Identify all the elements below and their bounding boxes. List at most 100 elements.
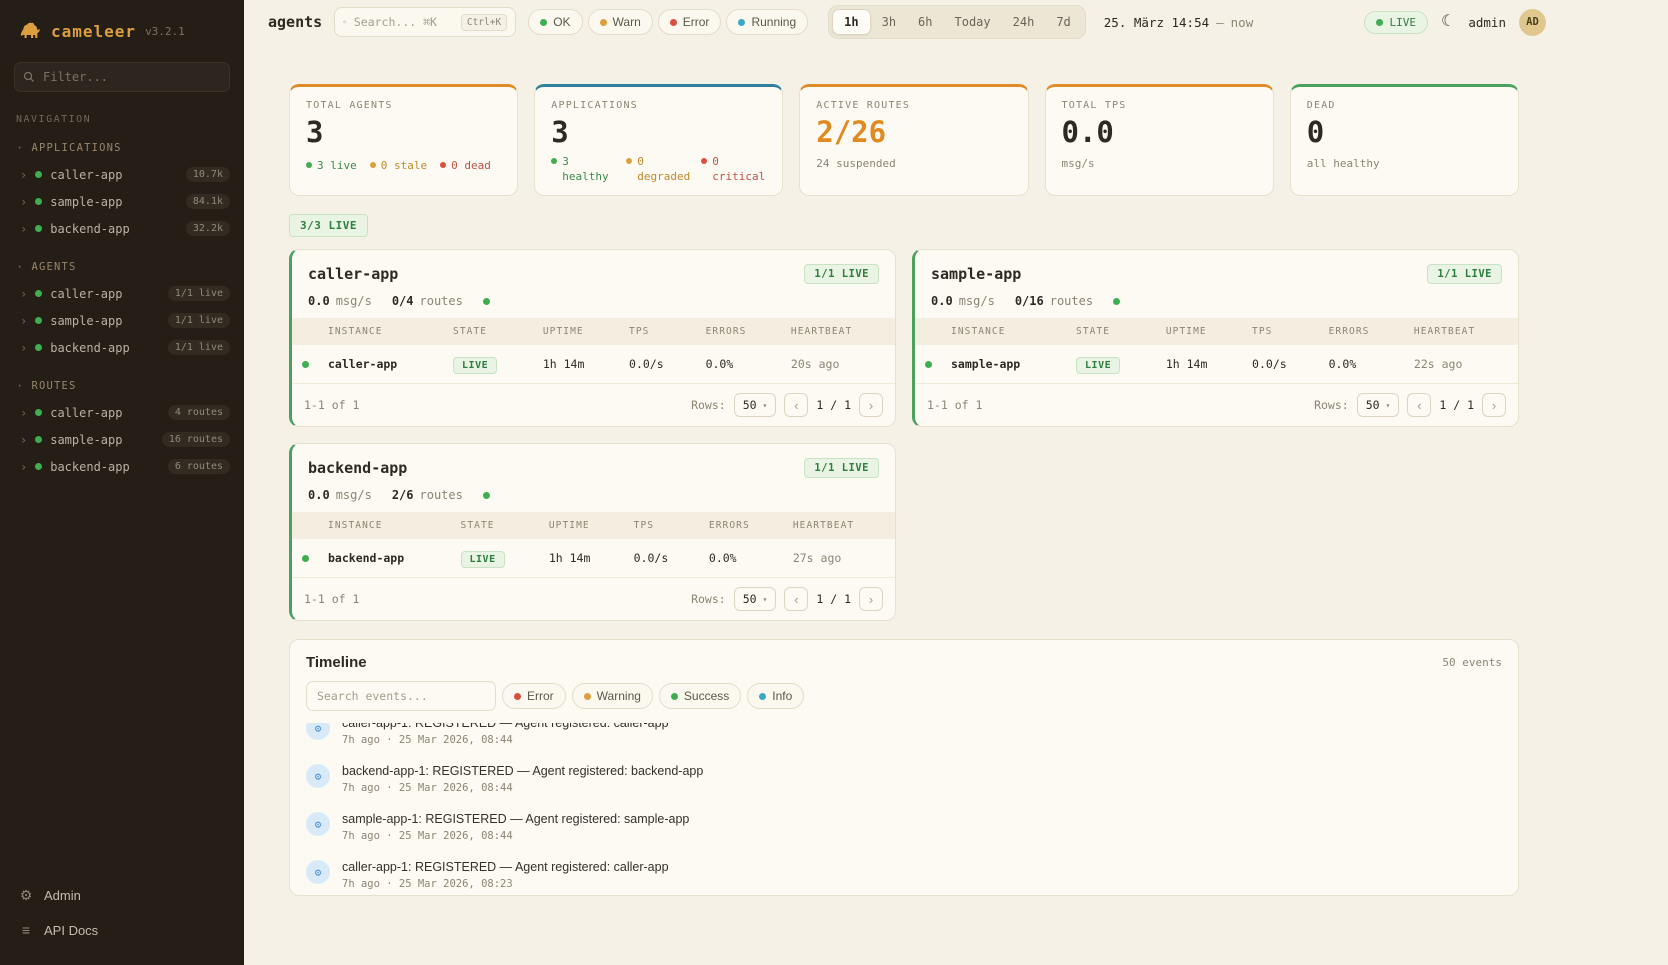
section-header-applications[interactable]: · APPLICATIONS [0,135,244,161]
filter-label: Error [683,15,710,29]
stat-meta-text: 3 live [317,159,357,172]
status-dot [306,162,312,168]
cell-instance: backend-app [318,539,451,578]
timeline-filter-info-button[interactable]: Info [747,683,804,709]
table-row[interactable]: caller-app LIVE 1h 14m 0.0/s 0.0% 20s ag… [292,345,895,384]
routes-value: 0/4 [392,294,414,308]
state-badge: LIVE [1076,357,1120,374]
sidebar-item-agents-sample-app[interactable]: › sample-app 1/1 live [0,307,244,334]
ok-dot-icon [540,19,547,26]
time-range-today[interactable]: Today [944,10,1002,34]
event-text: sample-app-1: REGISTERED — Agent registe… [342,812,689,826]
sidebar-item-routes-caller-app[interactable]: › caller-app 4 routes [0,399,244,426]
sidebar-item-api-docs[interactable]: ≡ API Docs [16,913,228,947]
filter-label: Running [751,15,796,29]
time-range-1h[interactable]: 1h [832,9,870,35]
nav-item-label: backend-app [50,341,129,355]
timeline-event[interactable]: ⚙ caller-app-1: REGISTERED — Agent regis… [306,723,1502,755]
time-range-7d[interactable]: 7d [1045,10,1081,34]
cell-heartbeat: 22s ago [1404,345,1518,384]
time-range-control: 1h 3h 6h Today 24h 7d [828,5,1086,39]
filter-running-button[interactable]: Running [726,9,808,35]
tps-value: 0.0 [308,294,330,308]
sidebar-item-admin[interactable]: ⚙ Admin [16,878,228,913]
cell-instance: sample-app [941,345,1066,384]
sidebar-item-routes-backend-app[interactable]: › backend-app 6 routes [0,453,244,480]
prev-page-button[interactable]: ‹ [784,587,808,611]
live-label: LIVE [1390,16,1417,29]
dark-mode-toggle[interactable]: ☾ [1441,14,1455,30]
filter-warn-button[interactable]: Warn [588,9,653,35]
sidebar-item-agents-caller-app[interactable]: › caller-app 1/1 live [0,280,244,307]
event-time: 7h ago · 25 Mar 2026, 08:44 [342,782,703,794]
column-header-uptime: UPTIME [539,512,624,539]
sidebar-item-applications-backend-app[interactable]: › backend-app 32.2k [0,215,244,242]
column-header-state: STATE [451,512,539,539]
filter-error-button[interactable]: Error [658,9,722,35]
sidebar-item-applications-caller-app[interactable]: › caller-app 10.7k [0,161,244,188]
prev-page-button[interactable]: ‹ [1407,393,1431,417]
next-page-button[interactable]: › [1482,393,1506,417]
docs-icon: ≡ [18,922,34,938]
search-input[interactable] [354,15,454,29]
status-dot [35,344,42,351]
timeline-filter-success-button[interactable]: Success [659,683,741,709]
column-header-uptime: UPTIME [533,318,619,345]
rows-per-page-select[interactable]: 50 ▾ [734,393,777,417]
sidebar-item-applications-sample-app[interactable]: › sample-app 84.1k [0,188,244,215]
timeline-event[interactable]: ⚙ backend-app-1: REGISTERED — Agent regi… [306,755,1502,803]
event-text: caller-app-1: REGISTERED — Agent registe… [342,860,669,874]
timeline-filter-error-button[interactable]: Error [502,683,566,709]
timeline-filter-warning-button[interactable]: Warning [572,683,653,709]
stat-meta-text: 0 critical [712,155,766,185]
rows-per-page-select[interactable]: 50 ▾ [1357,393,1400,417]
timeline-events-list[interactable]: ⚙ caller-app-1: REGISTERED — Agent regis… [290,723,1518,895]
time-range-6h[interactable]: 6h [907,10,943,34]
section-marker-icon: · [16,141,24,155]
avatar[interactable]: AD [1519,9,1546,36]
status-dot [35,409,42,416]
next-page-button[interactable]: › [859,587,883,611]
chevron-down-icon: ▾ [763,401,768,410]
section-header-routes[interactable]: · ROUTES [0,373,244,399]
status-dot [35,463,42,470]
table-row[interactable]: backend-app LIVE 1h 14m 0.0/s 0.0% 27s a… [292,539,895,578]
event-gear-icon: ⚙ [306,860,330,884]
error-dot-icon [670,19,677,26]
stat-meta-text: 3 healthy [562,155,616,185]
sidebar-item-routes-sample-app[interactable]: › sample-app 16 routes [0,426,244,453]
timeline-event[interactable]: ⚙ caller-app-1: REGISTERED — Agent regis… [306,851,1502,895]
table-row[interactable]: sample-app LIVE 1h 14m 0.0/s 0.0% 22s ag… [915,345,1518,384]
timeline-event[interactable]: ⚙ sample-app-1: REGISTERED — Agent regis… [306,803,1502,851]
stat-meta-text: 0 stale [381,159,427,172]
stat-label: TOTAL AGENTS [306,100,501,111]
filter-ok-button[interactable]: OK [528,9,582,35]
nav-item-badge: 32.2k [186,221,230,236]
prev-page-button[interactable]: ‹ [784,393,808,417]
event-time: 7h ago · 25 Mar 2026, 08:44 [342,734,669,746]
sidebar-filter-input[interactable] [14,62,230,92]
time-range-24h[interactable]: 24h [1002,10,1046,34]
global-search[interactable]: Ctrl+K [334,7,516,37]
sidebar-item-agents-backend-app[interactable]: › backend-app 1/1 live [0,334,244,361]
filter-label: Error [527,689,554,703]
section-title-label: ROUTES [31,380,76,392]
column-header-uptime: UPTIME [1156,318,1242,345]
next-page-button[interactable]: › [859,393,883,417]
stat-card-dead: DEAD 0 all healthy [1290,84,1519,196]
chevron-down-icon: ▾ [1386,401,1391,410]
time-range-3h[interactable]: 3h [871,10,907,34]
rows-label: Rows: [691,592,726,606]
app-card-title: caller-app [308,265,398,283]
chevron-right-icon: › [20,314,27,328]
datetime-now: now [1231,15,1254,30]
cell-heartbeat: 27s ago [783,539,895,578]
cell-tps: 0.0/s [1242,345,1319,384]
timeline-search-input[interactable] [306,681,496,711]
rows-per-page-select[interactable]: 50 ▾ [734,587,777,611]
gear-icon: ⚙ [18,887,34,904]
stats-row: TOTAL AGENTS 3 3 live 0 stale 0 dead APP… [289,84,1519,196]
event-gear-icon: ⚙ [306,812,330,836]
nav-item-label: backend-app [50,222,129,236]
section-header-agents[interactable]: · AGENTS [0,254,244,280]
